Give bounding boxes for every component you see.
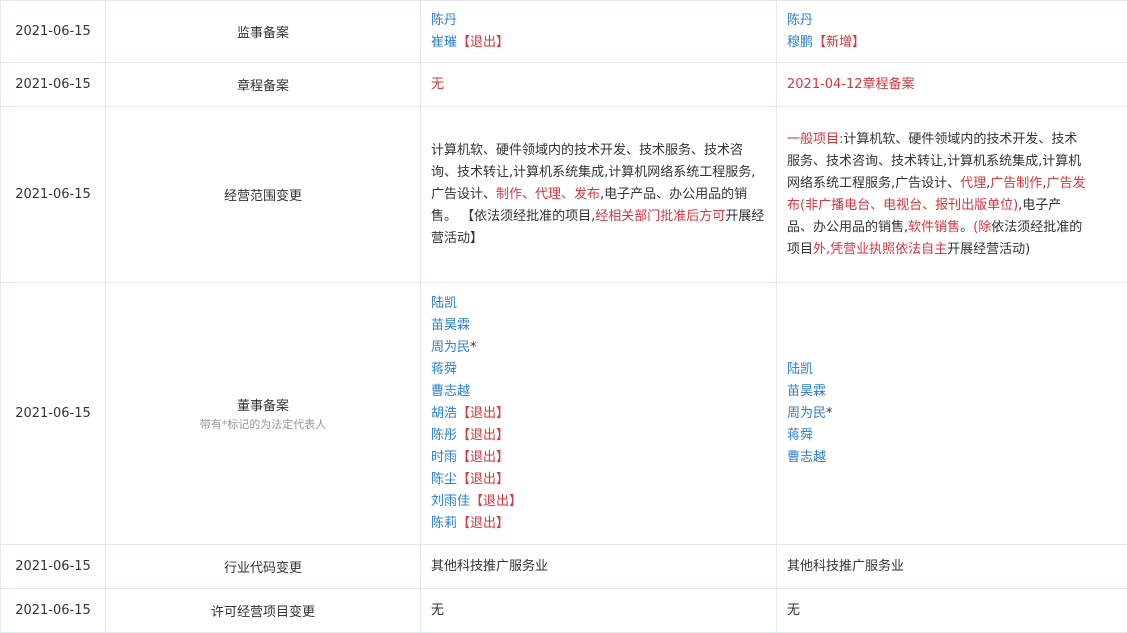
person-entry: 胡浩【退出】 [431, 403, 766, 425]
person-link[interactable]: 陈彤 [431, 428, 457, 443]
person-link[interactable]: 曹志越 [787, 450, 826, 465]
before-content: 陆凯 苗昊霖 周为民* 蒋舜 曹志越 胡浩【退出】 陈彤【退出】 时雨【退出】 … [421, 283, 777, 545]
change-type-label: 董事备案 [237, 399, 289, 414]
person-link[interactable]: 苗昊霖 [787, 384, 826, 399]
person-link[interactable]: 陈丹 [431, 13, 457, 28]
change-date: 2021-06-15 [1, 107, 106, 283]
changed-segment: 外,凭营业执照依法自主 [813, 242, 947, 257]
person-entry: 周为民* [787, 403, 1087, 425]
person-entry: 陈尘【退出】 [431, 469, 766, 491]
person-entry: 陈彤【退出】 [431, 425, 766, 447]
person-link[interactable]: 蒋舜 [431, 362, 457, 377]
changed-segment: 代理 [960, 176, 986, 191]
person-link[interactable]: 胡浩 [431, 406, 457, 421]
person-link[interactable]: 刘雨佳 [431, 494, 470, 509]
person-entry: 蒋舜 [431, 359, 766, 381]
person-entry: 陈丹 [787, 10, 1087, 32]
text-segment: 开展经营活动) [947, 242, 1030, 257]
after-content: 陈丹 穆鹏【新增】 [777, 1, 1127, 63]
exit-tag: 【退出】 [470, 494, 522, 509]
table-row: 2021-06-15 经营范围变更 计算机软、硬件领域内的技术开发、技术服务、技… [1, 107, 1127, 283]
add-tag: 【新增】 [813, 35, 865, 50]
changed-segment: 制作、代理、发布 [496, 187, 600, 202]
person-link[interactable]: 时雨 [431, 450, 457, 465]
exit-tag: 【退出】 [457, 35, 509, 50]
change-type: 行业代码变更 [106, 545, 421, 589]
change-date: 2021-06-15 [1, 589, 106, 633]
change-date: 2021-06-15 [1, 545, 106, 589]
change-type: 章程备案 [106, 63, 421, 107]
exit-tag: 【退出】 [457, 516, 509, 531]
person-entry: 穆鹏【新增】 [787, 32, 1087, 54]
changed-segment: 经相关部门批准后方可 [595, 209, 725, 224]
table-row: 2021-06-15 许可经营项目变更 无 无 [1, 589, 1127, 633]
person-entry: 陈莉【退出】 [431, 513, 766, 535]
person-entry: 刘雨佳【退出】 [431, 491, 766, 513]
person-entry: 崔璀【退出】 [431, 32, 766, 54]
person-link[interactable]: 蒋舜 [787, 428, 813, 443]
table-row: 2021-06-15 监事备案 陈丹 崔璀【退出】 陈丹 穆鹏【新增】 [1, 1, 1127, 63]
change-type: 许可经营项目变更 [106, 589, 421, 633]
person-entry: 陈丹 [431, 10, 766, 32]
after-content: 一般项目:计算机软、硬件领域内的技术开发、技术服务、技术咨询、技术转让,计算机系… [777, 107, 1127, 283]
person-link[interactable]: 穆鹏 [787, 35, 813, 50]
change-date: 2021-06-15 [1, 63, 106, 107]
person-entry: 陆凯 [787, 359, 1087, 381]
changed-segment: 一般项目: [787, 132, 843, 147]
change-date: 2021-06-15 [1, 1, 106, 63]
legal-rep-star: * [826, 406, 833, 421]
change-type: 经营范围变更 [106, 107, 421, 283]
person-entry: 苗昊霖 [787, 381, 1087, 403]
person-link[interactable]: 周为民 [787, 406, 826, 421]
changed-segment: 广告制作 [990, 176, 1042, 191]
after-content: 2021-04-12章程备案 [777, 63, 1127, 107]
legal-rep-note: 带有*标记的为法定代表人 [106, 416, 420, 432]
person-entry: 曹志越 [787, 447, 1087, 469]
exit-tag: 【退出】 [457, 472, 509, 487]
before-content: 无 [421, 63, 777, 107]
table-row: 2021-06-15 行业代码变更 其他科技推广服务业 其他科技推广服务业 [1, 545, 1127, 589]
before-content: 无 [421, 589, 777, 633]
table-row: 2021-06-15 董事备案 带有*标记的为法定代表人 陆凯 苗昊霖 周为民*… [1, 283, 1127, 545]
after-content: 陆凯 苗昊霖 周为民* 蒋舜 曹志越 [777, 283, 1127, 545]
person-link[interactable]: 陆凯 [787, 362, 813, 377]
person-entry: 时雨【退出】 [431, 447, 766, 469]
exit-tag: 【退出】 [457, 428, 509, 443]
before-content: 计算机软、硬件领域内的技术开发、技术服务、技术咨询、技术转让,计算机系统集成,计… [421, 107, 777, 283]
person-link[interactable]: 陈尘 [431, 472, 457, 487]
person-link[interactable]: 周为民 [431, 340, 470, 355]
change-record-table: 2021-06-15 监事备案 陈丹 崔璀【退出】 陈丹 穆鹏【新增】 2021… [0, 0, 1127, 633]
person-link[interactable]: 陈丹 [787, 13, 813, 28]
legal-rep-star: * [470, 340, 477, 355]
person-link[interactable]: 陆凯 [431, 296, 457, 311]
change-type: 董事备案 带有*标记的为法定代表人 [106, 283, 421, 545]
person-link[interactable]: 崔璀 [431, 35, 457, 50]
changed-segment: 软件销售 [908, 220, 960, 235]
person-entry: 蒋舜 [787, 425, 1087, 447]
after-content: 其他科技推广服务业 [777, 545, 1127, 589]
before-content: 陈丹 崔璀【退出】 [421, 1, 777, 63]
table-row: 2021-06-15 章程备案 无 2021-04-12章程备案 [1, 63, 1127, 107]
exit-tag: 【退出】 [457, 406, 509, 421]
text-segment: 。 [960, 220, 973, 235]
after-content: 无 [777, 589, 1127, 633]
person-link[interactable]: 曹志越 [431, 384, 470, 399]
changed-segment: (除 [973, 220, 991, 235]
person-entry: 陆凯 [431, 293, 766, 315]
before-content: 其他科技推广服务业 [421, 545, 777, 589]
change-date: 2021-06-15 [1, 283, 106, 545]
exit-tag: 【退出】 [457, 450, 509, 465]
change-type: 监事备案 [106, 1, 421, 63]
person-link[interactable]: 陈莉 [431, 516, 457, 531]
person-entry: 曹志越 [431, 381, 766, 403]
person-link[interactable]: 苗昊霖 [431, 318, 470, 333]
person-entry: 苗昊霖 [431, 315, 766, 337]
person-entry: 周为民* [431, 337, 766, 359]
